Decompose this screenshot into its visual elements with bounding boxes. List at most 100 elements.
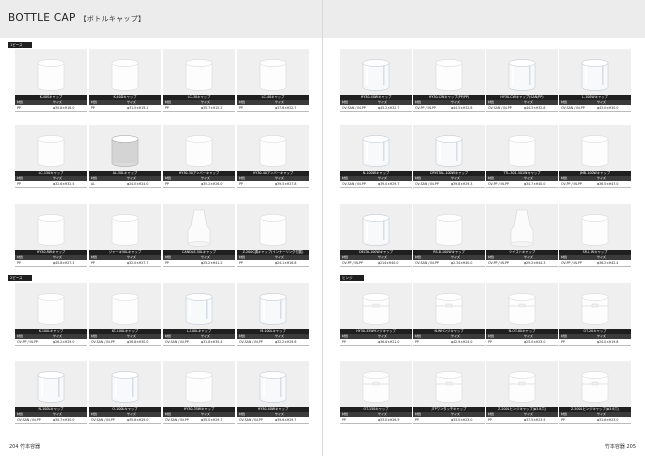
cap-photo-icon — [559, 125, 631, 171]
size-value: φ35.2×H26.0 — [201, 182, 223, 186]
size-value: φ2.34×H40.0 — [451, 261, 473, 265]
product-card: L-100Wキャップ 材質 サイズ OV-SAN / IN-PP φ43.0×H30.0 — [559, 49, 631, 112]
cap-photo-icon — [486, 49, 558, 95]
spec-values: PP φ36.8×H21.0 — [340, 339, 412, 346]
product-card: HY30-RWキャップ 材質 サイズ PP φ45.8×H27.3 — [15, 204, 87, 267]
cap-photo-icon — [559, 283, 631, 329]
product-card: N-OT-80キャップ 材質 サイズ PP φ25.0×H23.0 — [486, 283, 558, 346]
product-card: RS-8-100Wキャップ 材質 サイズ OV-SAN / IN-PP φ2.34×H4… — [413, 204, 485, 267]
material-value: PP — [91, 261, 95, 265]
material-value: OV-SAN / IN-PP — [342, 182, 366, 186]
cap-photo-icon — [237, 361, 309, 407]
spec-values: PP φ31.6×H23.0 — [559, 417, 631, 424]
material-value: OV-SAN / IN-PP — [239, 340, 263, 344]
material-value: AL — [91, 182, 95, 186]
product-image — [237, 361, 309, 407]
product-card: OT-20キャップ 材質 サイズ PP φ24.0×H19.8 — [559, 283, 631, 346]
cap-photo-icon — [163, 125, 235, 171]
material-value: OV-PP / IN-PP — [488, 261, 509, 265]
material-value: PP — [561, 418, 565, 422]
cap-photo-icon — [237, 49, 309, 95]
cap-photo-icon — [89, 283, 161, 329]
product-image — [559, 283, 631, 329]
cap-photo-icon — [340, 204, 412, 250]
spec-values: PP φ24.0×H19.8 — [559, 339, 631, 346]
material-value: OV-SAN / IN-PP — [165, 340, 189, 344]
spec-values: PP φ35.2×H26.0 — [163, 181, 235, 188]
cap-photo-icon — [340, 125, 412, 171]
cap-photo-icon — [163, 283, 235, 329]
spec-values: OV-PP / IN-PP φ44.5×H32.8 — [413, 105, 485, 112]
product-image — [559, 204, 631, 250]
cap-photo-icon — [89, 361, 161, 407]
size-value: φ35.0×H29.7 — [201, 418, 223, 422]
cap-photo-icon — [237, 204, 309, 250]
spec-values: PP φ37.6×H22.7 — [237, 105, 309, 112]
cap-photo-icon — [413, 204, 485, 250]
material-value: OV-SAN / IN-PP — [342, 106, 366, 110]
spec-values: PP φ25.0×H23.0 — [486, 339, 558, 346]
material-value: OV-SAN / IN-PP — [488, 106, 512, 110]
spec-values: PP φ25.2×H41.2 — [163, 260, 235, 267]
material-value: OV-SAN / IN-PP — [239, 418, 263, 422]
product-image — [163, 283, 235, 329]
product-card: KT-100Lキャップ 材質 サイズ OV-SAN / IN-PP φ36.8×H30.… — [89, 283, 161, 346]
size-value: φ25.2×H41.2 — [201, 261, 223, 265]
size-value: φ42.9×H24.0 — [451, 340, 473, 344]
size-value: φ39.6×H29.7 — [275, 418, 297, 422]
product-card: HY30-35WHンジキャップ 材質 サイズ PP φ36.8×H21.0 — [340, 283, 412, 346]
product-image — [89, 204, 161, 250]
product-image — [15, 125, 87, 171]
material-value: PP — [342, 418, 346, 422]
material-value: PP — [239, 106, 243, 110]
cap-photo-icon — [559, 204, 631, 250]
product-image — [163, 204, 235, 250]
material-value: PP — [17, 261, 21, 265]
product-image — [163, 361, 235, 407]
size-value: φ32.6×H32.5 — [53, 182, 75, 186]
material-value: OV-PP / IN-PP — [488, 182, 509, 186]
material-value: OV-SAN / IN-PP — [561, 106, 585, 110]
cap-photo-icon — [89, 125, 161, 171]
section-label-1piece: 1ピース — [8, 42, 32, 48]
product-card: AL-50Lキャップ 材質 サイズ AL φ24.0×H24.0 — [89, 125, 161, 188]
size-value: φ214×H40.0 — [378, 261, 399, 265]
spec-values: OV-SAN / IN-PP φ45.2×H32.7 — [340, 105, 412, 112]
size-value: φ39.0×H29.7 — [378, 182, 400, 186]
product-card: HY30-40Wキャップ 材質 サイズ OV-SAN / IN-PP φ39.6×H29… — [237, 361, 309, 424]
product-card: L-100Lキャップ 材質 サイズ OV-SAN / IN-PP φ31.8×H30.4 — [163, 283, 235, 346]
product-image — [340, 125, 412, 171]
spec-values: OV-PP / IN-PP φ34.7×H40.0 — [486, 181, 558, 188]
product-card: CANDLE-50Lキャップ 材質 サイズ PP φ25.2×H41.2 — [163, 204, 235, 267]
size-value: φ33.0×H23.0 — [451, 418, 473, 422]
material-value: OV-SAN / IN-PP — [415, 261, 439, 265]
product-image — [486, 125, 558, 171]
size-value: φ24.0×H24.0 — [127, 182, 149, 186]
product-card: LC-40キャップ 材質 サイズ PP φ37.6×H22.7 — [237, 49, 309, 112]
page-gutter — [322, 0, 323, 456]
product-card: HY30-30アンバーキャップ 材質 サイズ PP φ35.2×H26.0 — [163, 125, 235, 188]
product-image — [89, 283, 161, 329]
product-image — [486, 49, 558, 95]
size-value: φ35.7×H15.2 — [201, 106, 223, 110]
cap-photo-icon — [340, 283, 412, 329]
page-subtitle: 【ボトルキャップ】 — [79, 15, 146, 23]
product-image — [89, 361, 161, 407]
size-value: φ29.2×H44.3 — [524, 261, 546, 265]
footer-right: 竹本容器 205 — [605, 443, 636, 450]
spec-values: OV-PP / IN-PP φ36.2×H42.4 — [559, 260, 631, 267]
product-image — [413, 49, 485, 95]
size-value: φ36.5×H47.0 — [597, 182, 619, 186]
product-image — [486, 361, 558, 407]
size-value: φ44.3×H32.8 — [524, 106, 546, 110]
spec-values: OV-SAN / IN-PP φ35.0×H29.7 — [163, 417, 235, 424]
product-image — [340, 49, 412, 95]
product-card: LC-150キャップ 材質 サイズ PP φ32.6×H32.5 — [15, 125, 87, 188]
footer-left: 204 竹本容器 — [9, 443, 40, 450]
product-image — [15, 283, 87, 329]
spec-values: PP φ32.6×H32.5 — [15, 181, 87, 188]
cap-photo-icon — [413, 49, 485, 95]
product-card: HY30-35Wキャップ 材質 サイズ OV-SAN / IN-PP φ35.0×H29… — [163, 361, 235, 424]
material-value: PP — [415, 340, 419, 344]
material-value: PP — [239, 261, 243, 265]
